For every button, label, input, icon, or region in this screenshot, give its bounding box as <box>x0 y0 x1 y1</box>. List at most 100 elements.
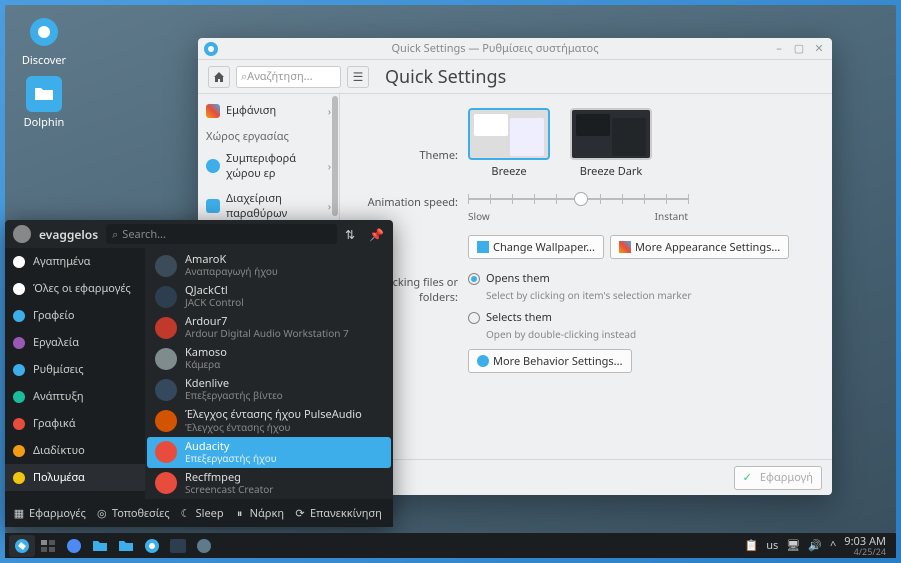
user-avatar[interactable] <box>13 225 31 243</box>
desktop-icon-label: Discover <box>14 53 74 68</box>
radio-icon <box>468 312 480 324</box>
change-wallpaper-button[interactable]: Change Wallpaper... <box>468 235 604 259</box>
desktop-icon-discover[interactable]: Discover <box>14 14 74 68</box>
sidebar-label: Εμφάνιση <box>226 103 276 118</box>
app-item[interactable]: RecffmpegScreencast Creator <box>147 468 391 499</box>
home-button[interactable] <box>208 66 230 88</box>
footer-pause[interactable]: ⏸Νάρκη <box>234 506 284 521</box>
app-list: AmaroKΑναπαραγωγή ήχουQJackCtlJACK Contr… <box>145 248 393 499</box>
app-item[interactable]: QJackCtlJACK Control <box>147 281 391 312</box>
slider-max-label: Instant <box>655 209 688 223</box>
sidebar-scrollbar[interactable] <box>332 96 338 216</box>
tray-display-icon[interactable]: 🖥 <box>786 538 800 553</box>
slider-handle[interactable] <box>574 192 588 206</box>
category-label: Εργαλεία <box>33 335 79 350</box>
app-icon <box>155 286 177 308</box>
tray-chevron-up-icon[interactable]: ^ <box>830 538 836 553</box>
category-icon <box>13 445 25 457</box>
slider-min-label: Slow <box>468 209 490 223</box>
titlebar[interactable]: Quick Settings — Ρυθμίσεις συστήματος – … <box>198 38 832 60</box>
tray-clipboard-icon[interactable]: 📋 <box>745 538 759 553</box>
apply-button[interactable]: ✓Εφαρμογή <box>734 466 822 490</box>
start-button[interactable] <box>9 535 35 557</box>
category-item[interactable]: Αγαπημένα <box>5 248 145 275</box>
app-icon <box>204 42 218 56</box>
sort-icon[interactable]: ⇅ <box>345 226 361 243</box>
animation-speed-slider[interactable] <box>468 191 688 207</box>
app-item[interactable]: AmaroKΑναπαραγωγή ήχου <box>147 250 391 281</box>
taskbar-pager[interactable] <box>35 535 61 557</box>
app-icon <box>155 255 177 277</box>
desktop-icon-dolphin[interactable]: Dolphin <box>14 76 74 130</box>
theme-breeze-dark[interactable]: Breeze Dark <box>570 108 652 179</box>
taskbar-app-files[interactable] <box>87 535 113 557</box>
app-desc: Επεξεργαστής βίντεο <box>185 390 283 401</box>
category-item[interactable]: Πολυμέσα <box>5 464 145 491</box>
category-item[interactable]: Παιχνίδια <box>5 491 145 499</box>
maximize-button[interactable]: ▢ <box>792 42 806 56</box>
taskbar-app-discover[interactable] <box>139 535 165 557</box>
radio-selects[interactable]: Selects them <box>468 310 692 325</box>
launcher-search[interactable]: ⌕Search... <box>106 224 337 244</box>
category-item[interactable]: Διαδίκτυο <box>5 437 145 464</box>
category-label: Γραφικά <box>33 416 76 431</box>
close-button[interactable]: ✕ <box>812 42 826 56</box>
category-label: Πολυμέσα <box>33 470 85 485</box>
category-item[interactable]: Όλες οι εφαρμογές <box>5 275 145 302</box>
theme-breeze[interactable]: Breeze <box>468 108 550 179</box>
app-desc: Screencast Creator <box>185 484 273 495</box>
app-icon <box>155 348 177 370</box>
category-label: Διαδίκτυο <box>33 443 85 458</box>
application-launcher: evaggelos ⌕Search... ⇅ 📌 Αγαπημένα Όλες ο… <box>5 220 393 527</box>
search-placeholder: Αναζήτηση... <box>247 69 312 84</box>
app-icon <box>155 317 177 339</box>
category-item[interactable]: Γραφείο <box>5 302 145 329</box>
minimize-button[interactable]: – <box>772 42 786 56</box>
more-behavior-button[interactable]: More Behavior Settings... <box>468 349 632 373</box>
taskbar-app-terminal[interactable] <box>165 535 191 557</box>
app-item[interactable]: AudacityΕπεξεργαστής ήχου <box>147 437 391 468</box>
category-item[interactable]: Ανάπτυξη <box>5 383 145 410</box>
pin-icon[interactable]: 📌 <box>369 226 385 243</box>
app-item[interactable]: Έλεγχος έντασης ήχου PulseAudioΈλεγχος έ… <box>147 405 391 436</box>
category-item[interactable]: Εργαλεία <box>5 329 145 356</box>
category-list: Αγαπημένα Όλες οι εφαρμογέςΓραφείο Εργαλεί… <box>5 248 145 499</box>
hamburger-button[interactable]: ☰ <box>347 66 369 88</box>
radio-opens[interactable]: Opens them <box>468 271 692 286</box>
theme-caption: Breeze Dark <box>570 164 652 179</box>
app-desc: Επεξεργαστής ήχου <box>185 453 277 464</box>
footer-grid[interactable]: ▦Εφαρμογές <box>13 506 86 521</box>
category-label: Αγαπημένα <box>33 254 90 269</box>
grid-icon: ▦ <box>13 507 25 519</box>
taskbar-app-settings[interactable] <box>191 535 217 557</box>
chevron-right-icon: › <box>328 159 331 173</box>
footer-power[interactable]: ⏻Τερματισμός <box>392 506 393 521</box>
more-appearance-button[interactable]: More Appearance Settings... <box>610 235 789 259</box>
category-item[interactable]: Ρυθμίσεις <box>5 356 145 383</box>
clock[interactable]: 9:03 AM 4/25/24 <box>844 536 886 556</box>
app-item[interactable]: KamosoΚάμερα <box>147 343 391 374</box>
launcher-header: evaggelos ⌕Search... ⇅ 📌 <box>5 220 393 248</box>
app-item[interactable]: Ardour7Ardour Digital Audio Workstation … <box>147 312 391 343</box>
moon-icon: ☾ <box>180 507 192 519</box>
category-icon <box>13 472 25 484</box>
settings-search[interactable]: ⌕ Αναζήτηση... <box>236 66 341 88</box>
sidebar-item-workspace-behavior[interactable]: Συμπεριφορά χώρου ερ› <box>198 146 339 186</box>
sidebar-item-appearance[interactable]: Εμφάνιση › <box>198 98 339 123</box>
settings-content: Theme: Breeze Breeze Dark Animation spee… <box>340 94 832 459</box>
footer-restart[interactable]: ⟳Επανεκκίνηση <box>294 506 382 521</box>
footer-compass[interactable]: ◎Τοποθεσίες <box>96 506 170 521</box>
taskbar: 📋 us 🖥 🔊 ^ 9:03 AM 4/25/24 <box>5 533 896 558</box>
app-item[interactable]: KdenliveΕπεξεργαστής βίντεο <box>147 374 391 405</box>
gear-icon <box>477 355 489 367</box>
app-desc: Έλεγχος έντασης ήχου <box>185 422 362 433</box>
check-icon: ✓ <box>743 470 752 485</box>
category-item[interactable]: Γραφικά <box>5 410 145 437</box>
footer-moon[interactable]: ☾Sleep <box>180 506 224 521</box>
category-icon <box>13 283 25 295</box>
tray-volume-icon[interactable]: 🔊 <box>808 538 822 553</box>
tray-lang[interactable]: us <box>766 538 778 553</box>
taskbar-app-dolphin[interactable] <box>113 535 139 557</box>
window-title: Quick Settings — Ρυθμίσεις συστήματος <box>224 41 766 56</box>
taskbar-app-browser[interactable] <box>61 535 87 557</box>
